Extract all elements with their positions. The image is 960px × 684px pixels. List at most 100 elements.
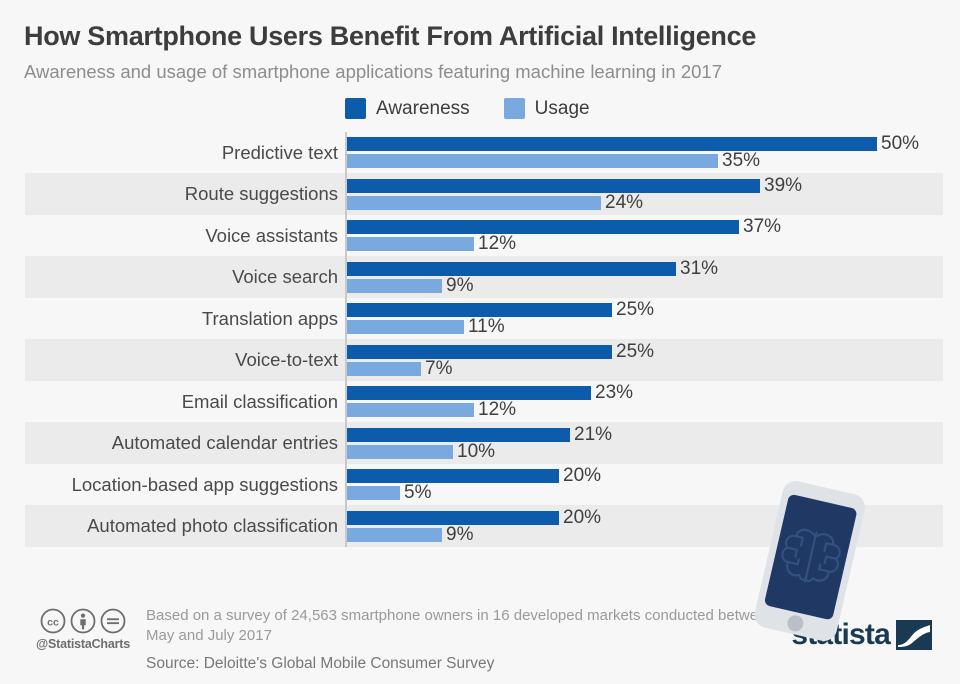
bar-value-awareness: 25% [616, 340, 655, 362]
legend-label-usage: Usage [534, 97, 590, 119]
legend-swatch-usage [503, 98, 525, 120]
bar-value-awareness: 37% [743, 216, 782, 238]
bar-usage[interactable] [347, 320, 464, 335]
bar-usage[interactable] [347, 444, 453, 459]
bar-value-awareness: 23% [595, 382, 634, 404]
statista-logo-text: statista [791, 618, 890, 651]
bar-awareness[interactable] [347, 303, 612, 318]
legend-swatch-awareness [345, 98, 366, 120]
category-label: Voice search [232, 266, 338, 288]
bar-value-usage: 35% [722, 150, 761, 172]
legend-item-usage[interactable]: Usage [503, 97, 590, 120]
bar-value-awareness: 21% [574, 423, 613, 445]
chart-axis-line [345, 131, 347, 547]
bar-line-usage: 35% [347, 150, 960, 171]
bar-usage[interactable] [347, 237, 474, 252]
bar-line-awareness: 23% [347, 382, 960, 403]
bar-awareness[interactable] [347, 427, 570, 442]
footer-text-block: Based on a survey of 24,563 smartphone o… [142, 596, 791, 673]
category-label: Automated photo classification [87, 515, 338, 537]
bar-line-usage: 5% [347, 482, 960, 503]
bar-line-awareness: 31% [347, 258, 960, 279]
bar-line-awareness: 39% [347, 175, 960, 196]
creative-commons-icons: cc [40, 608, 126, 634]
legend-label-awareness: Awareness [376, 97, 470, 119]
bar-awareness[interactable] [347, 386, 591, 401]
bar-awareness[interactable] [347, 261, 676, 276]
bar-line-awareness: 37% [347, 216, 960, 237]
bar-usage[interactable] [347, 195, 601, 210]
bar-line-usage: 12% [347, 233, 960, 254]
bar-value-usage: 11% [468, 316, 505, 338]
creative-commons-block: cc @StatistaCharts [24, 596, 142, 651]
bar-line-usage: 7% [347, 358, 960, 379]
bar-value-usage: 10% [457, 440, 496, 462]
survey-note: Based on a survey of 24,563 smartphone o… [146, 607, 775, 644]
bar-usage[interactable] [347, 527, 442, 542]
bar-value-usage: 9% [446, 523, 474, 545]
bar-value-awareness: 25% [616, 299, 655, 321]
category-label: Voice-to-text [235, 349, 338, 371]
bar-awareness[interactable] [347, 344, 612, 359]
bar-group: 20% 5% [347, 464, 960, 506]
category-label: Automated calendar entries [111, 432, 338, 454]
category-label: Location-based app suggestions [71, 473, 338, 495]
bar-usage[interactable] [347, 278, 442, 293]
bar-line-usage: 24% [347, 192, 960, 213]
bar-group: 39% 24% [347, 173, 960, 215]
bar-usage[interactable] [347, 486, 400, 501]
bar-group: 25% 11% [347, 298, 960, 340]
bar-group: 23% 12% [347, 381, 960, 423]
table-row: Voice search 31% 9% [0, 256, 960, 298]
table-row: Automated photo classification 20% 9% [0, 505, 960, 547]
table-row: Location-based app suggestions 20% 5% [0, 464, 960, 506]
bar-chart: Predictive text 50% 35% Route suggestion… [0, 131, 960, 641]
bar-line-usage: 9% [347, 275, 960, 296]
table-row: Route suggestions 39% 24% [0, 173, 960, 215]
bar-line-awareness: 25% [347, 341, 960, 362]
bar-value-usage: 12% [478, 399, 517, 421]
table-row: Email classification 23% 12% [0, 381, 960, 423]
legend-item-awareness[interactable]: Awareness [345, 98, 470, 120]
table-row: Automated calendar entries 21% 10% [0, 422, 960, 464]
category-label: Email classification [181, 390, 338, 412]
bar-usage[interactable] [347, 403, 474, 418]
bar-value-usage: 12% [478, 233, 517, 255]
bar-value-awareness: 20% [563, 506, 602, 528]
bar-group: 21% 10% [347, 422, 960, 464]
bar-awareness[interactable] [347, 220, 739, 235]
page-subtitle: Awareness and usage of smartphone applic… [24, 60, 722, 82]
bar-line-usage: 9% [347, 524, 960, 545]
category-label: Voice assistants [205, 224, 338, 246]
svg-text:cc: cc [47, 617, 59, 629]
source-line: Source: Deloitte's Global Mobile Consume… [146, 654, 495, 672]
bar-value-awareness: 31% [680, 257, 719, 279]
chart-header: How Smartphone Users Benefit From Artifi… [0, 0, 960, 82]
statista-logo-mark [896, 620, 932, 650]
bar-value-usage: 7% [425, 357, 453, 379]
bar-line-awareness: 20% [347, 507, 960, 528]
bar-value-awareness: 50% [881, 133, 920, 155]
bar-usage[interactable] [347, 361, 421, 376]
attribution-person-icon [70, 608, 96, 634]
bar-group: 37% 12% [347, 215, 960, 257]
bar-usage[interactable] [347, 154, 718, 169]
bar-value-usage: 24% [605, 191, 644, 213]
bar-value-awareness: 20% [563, 465, 602, 487]
bar-group: 50% 35% [347, 132, 960, 174]
bar-line-awareness: 20% [347, 465, 960, 486]
category-label: Predictive text [221, 141, 338, 163]
table-row: Translation apps 25% 11% [0, 298, 960, 340]
bar-awareness[interactable] [347, 178, 760, 193]
bar-awareness[interactable] [347, 469, 559, 484]
bar-group: 31% 9% [347, 256, 960, 298]
statista-logo[interactable]: statista [791, 596, 936, 652]
chart-legend: Awareness Usage [0, 98, 960, 120]
bar-awareness[interactable] [347, 137, 877, 152]
statista-handle[interactable]: @StatistaCharts [36, 637, 130, 651]
table-row: Predictive text 50% 35% [0, 132, 960, 174]
bar-line-awareness: 50% [347, 133, 960, 154]
bar-awareness[interactable] [347, 510, 559, 525]
category-label: Translation apps [201, 307, 338, 329]
bar-line-usage: 12% [347, 399, 960, 420]
